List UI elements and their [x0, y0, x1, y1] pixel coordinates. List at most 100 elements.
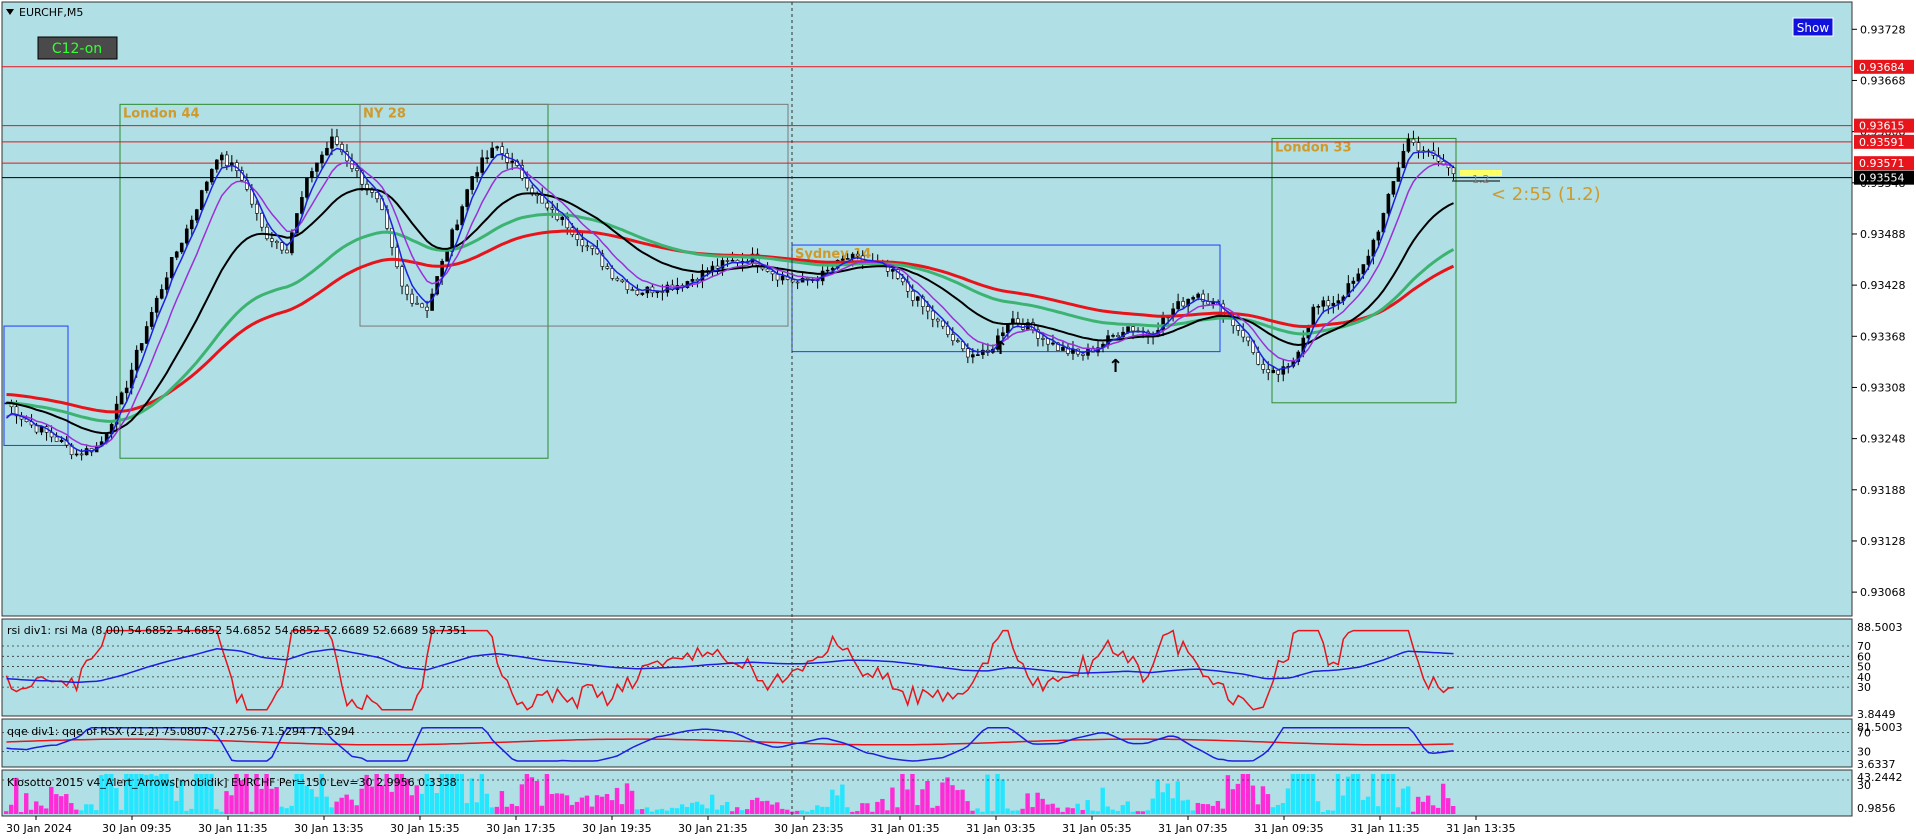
kiosotto-bar — [1360, 799, 1366, 814]
kiosotto-bar — [1085, 800, 1090, 814]
candle — [770, 271, 775, 275]
time-tick-label: 30 Jan 15:35 — [390, 822, 460, 835]
kiosotto-bar — [599, 796, 605, 814]
candle — [59, 439, 64, 442]
candle — [470, 176, 474, 190]
candle — [255, 203, 259, 214]
c12-label: C12-on — [52, 41, 102, 57]
candle — [415, 302, 419, 305]
candle — [560, 216, 565, 220]
kiosotto-bar — [965, 801, 970, 814]
candle — [1311, 306, 1316, 327]
price-tag-label: 0.93615 — [1859, 120, 1905, 133]
candle — [1116, 335, 1120, 337]
mt-chart-window[interactable]: London 44 NY 28Sydney 14London 33 88.5003… — [0, 0, 1916, 840]
candle — [1331, 302, 1336, 307]
kiosotto-bar — [69, 803, 74, 814]
kiosotto-scale-label: 30 — [1857, 779, 1871, 792]
kiosotto-bar — [820, 806, 825, 814]
kiosotto-bar — [419, 793, 424, 814]
candle — [159, 289, 164, 299]
kiosotto-bar — [1270, 807, 1276, 814]
candle — [445, 251, 449, 262]
candle — [420, 303, 424, 308]
kiosotto-bar — [29, 809, 34, 814]
kiosotto-bar — [579, 797, 585, 814]
kiosotto-bar — [930, 807, 935, 814]
candle — [640, 292, 645, 295]
candle — [635, 289, 640, 295]
kiosotto-bar — [604, 794, 610, 814]
kiosotto-bar — [54, 794, 59, 814]
candle — [1191, 297, 1195, 300]
candle — [305, 177, 309, 198]
kiosotto-bar — [1410, 811, 1416, 814]
kiosotto-bar — [114, 788, 119, 814]
kiosotto-bar — [644, 807, 650, 814]
kiosotto-bar — [434, 793, 439, 814]
candle — [330, 136, 334, 149]
kiosotto-bar — [950, 785, 955, 814]
kiosotto-bar — [1055, 807, 1060, 814]
kiosotto-bar — [1025, 793, 1030, 814]
candle — [510, 160, 515, 163]
kiosotto-bar — [534, 780, 540, 814]
kiosotto-bar — [489, 807, 495, 814]
kiosotto-bar — [219, 811, 224, 814]
kiosotto-bar — [1320, 811, 1326, 814]
kiosotto-bar — [1195, 802, 1201, 814]
kiosotto-bar — [19, 811, 24, 814]
kiosotto-bar — [1175, 781, 1181, 814]
candle — [1356, 273, 1361, 282]
kiosotto-bar — [1040, 798, 1045, 814]
price-tag-label: 0.93684 — [1859, 61, 1905, 74]
candle — [54, 436, 59, 442]
kiosotto-bar — [694, 801, 700, 814]
candle — [545, 202, 550, 209]
price-tick-label: 0.93728 — [1860, 23, 1906, 36]
kiosotto-bar — [1190, 810, 1196, 814]
kiosotto-bar — [574, 801, 580, 814]
kiosotto-bar — [945, 777, 950, 814]
candle — [1061, 346, 1065, 351]
candle — [1276, 369, 1281, 375]
kiosotto-bar — [760, 801, 765, 814]
kiosotto-bar — [845, 807, 850, 814]
kiosotto-bar — [1225, 775, 1231, 814]
candle — [1001, 332, 1005, 337]
kiosotto-bar — [9, 804, 14, 814]
kiosotto-bar — [279, 806, 284, 814]
kiosotto-bar — [935, 805, 940, 814]
kiosotto-bar — [334, 801, 339, 814]
kiosotto-bar — [39, 805, 44, 814]
time-tick-label: 31 Jan 05:35 — [1062, 822, 1132, 835]
candle — [550, 207, 555, 210]
kiosotto-bar — [1060, 811, 1065, 814]
kiosotto-bar — [189, 808, 194, 814]
time-tick-label: 30 Jan 19:35 — [582, 822, 652, 835]
kiosotto-bar — [539, 805, 545, 814]
candle — [1266, 369, 1271, 374]
kiosotto-bar — [304, 785, 309, 814]
kiosotto-bar — [805, 811, 810, 814]
kiosotto-bar — [719, 805, 725, 814]
kiosotto-bar — [709, 794, 715, 814]
candle — [1366, 255, 1371, 265]
candle — [169, 257, 174, 279]
kiosotto-bar — [714, 809, 720, 814]
kiosotto-bar — [484, 793, 490, 814]
mini-label: 1.2 — [1472, 173, 1490, 186]
kiosotto-bar — [94, 810, 99, 814]
kiosotto-bar — [1250, 785, 1256, 814]
qqe-scale-label: 30 — [1857, 745, 1871, 758]
candle — [285, 249, 289, 254]
kiosotto-bar — [1230, 789, 1236, 814]
kiosotto-bar — [614, 787, 620, 814]
candle — [440, 260, 444, 277]
kiosotto-bar — [955, 790, 960, 814]
kiosotto-bar — [1340, 795, 1346, 814]
kiosotto-bar — [940, 782, 945, 814]
candle — [1181, 301, 1185, 307]
kiosotto-bar — [349, 799, 354, 814]
rsi-scale-label: 3.8449 — [1857, 708, 1896, 721]
